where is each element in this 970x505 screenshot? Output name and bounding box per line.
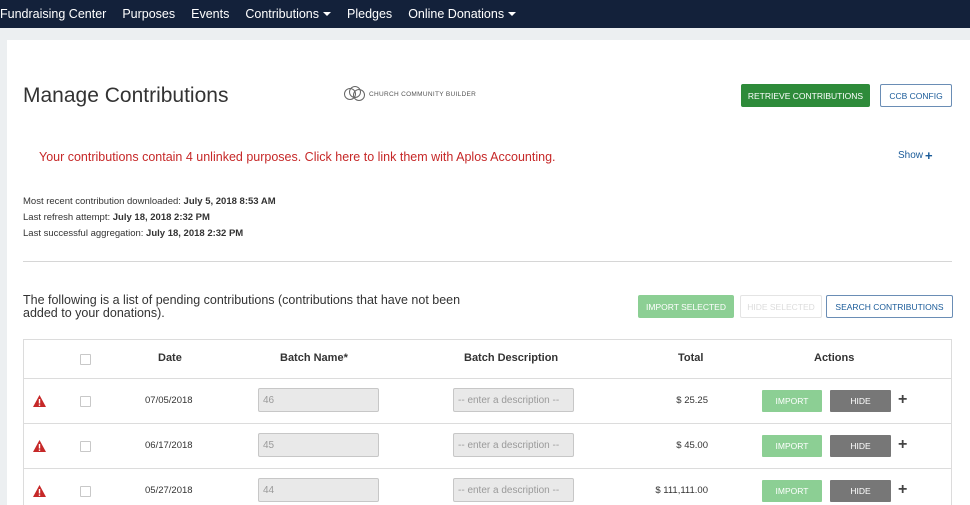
recent-download-info: Most recent contribution downloaded: Jul…	[23, 196, 276, 207]
row-checkbox[interactable]	[80, 486, 91, 497]
plus-icon: +	[925, 147, 933, 163]
info-value: July 18, 2018 2:32 PM	[146, 228, 244, 239]
aggregation-info: Last successful aggregation: July 18, 20…	[23, 228, 243, 239]
pending-list-intro: The following is a list of pending contr…	[23, 293, 461, 320]
main-card: Manage Contributions CHURCH COMMUNITY BU…	[7, 40, 970, 505]
hide-button[interactable]: HIDE	[830, 480, 891, 502]
import-selected-button[interactable]: IMPORT SELECTED	[638, 295, 734, 318]
batch-description-input[interactable]: -- enter a description --	[453, 388, 574, 412]
header-date: Date	[158, 352, 182, 364]
logo-text: CHURCH COMMUNITY BUILDER	[369, 90, 477, 98]
nav-label: Fundraising Center	[0, 7, 107, 21]
nav-contributions[interactable]: Contributions	[245, 7, 331, 21]
import-button[interactable]: IMPORT	[762, 480, 822, 502]
row-total: $ 111,111.00	[655, 485, 708, 496]
row-date: 07/05/2018	[145, 395, 193, 406]
warning-icon	[33, 395, 46, 407]
unlinked-purposes-alert[interactable]: Your contributions contain 4 unlinked pu…	[39, 150, 556, 164]
warning-icon	[33, 440, 46, 452]
batch-description-input[interactable]: -- enter a description --	[453, 433, 574, 457]
show-label: Show	[898, 150, 924, 161]
nav-pledges[interactable]: Pledges	[347, 7, 392, 21]
nav-label: Pledges	[347, 7, 393, 21]
header-batch-name: Batch Name*	[280, 352, 348, 364]
batch-name-input[interactable]: 44	[258, 478, 379, 502]
row-checkbox[interactable]	[80, 396, 91, 407]
info-label: Last refresh attempt:	[23, 212, 111, 223]
contributions-table: Date Batch Name* Batch Description Total…	[23, 339, 952, 505]
row-checkbox[interactable]	[80, 441, 91, 452]
table-row: 05/27/2018 44 -- enter a description -- …	[24, 468, 951, 505]
nav-label: Contributions	[245, 7, 319, 21]
ccb-logo: CHURCH COMMUNITY BUILDER	[344, 86, 476, 102]
section-divider	[23, 261, 952, 262]
header-total: Total	[678, 352, 704, 364]
expand-plus-icon[interactable]: +	[898, 435, 907, 455]
hide-selected-button[interactable]: HIDE SELECTED	[740, 295, 822, 318]
info-value: July 5, 2018 8:53 AM	[183, 196, 276, 207]
nav-label: Events	[191, 7, 230, 21]
show-toggle[interactable]: Show +	[898, 147, 933, 163]
nav-events[interactable]: Events	[191, 7, 229, 21]
row-date: 06/17/2018	[145, 440, 193, 451]
row-total: $ 25.25	[676, 395, 708, 406]
top-nav: Fundraising Center Purposes Events Contr…	[0, 0, 970, 28]
nav-purposes[interactable]: Purposes	[122, 7, 175, 21]
hide-button[interactable]: HIDE	[830, 435, 891, 457]
expand-plus-icon[interactable]: +	[898, 480, 907, 500]
ccb-rings-icon	[344, 86, 366, 102]
expand-plus-icon[interactable]: +	[898, 390, 907, 410]
batch-name-input[interactable]: 45	[258, 433, 379, 457]
table-row: 06/17/2018 45 -- enter a description -- …	[24, 423, 951, 468]
select-all-checkbox[interactable]	[80, 354, 91, 365]
row-total: $ 45.00	[676, 440, 708, 451]
row-date: 05/27/2018	[145, 485, 193, 496]
refresh-attempt-info: Last refresh attempt: July 18, 2018 2:32…	[23, 212, 210, 223]
info-label: Last successful aggregation:	[23, 228, 144, 239]
info-value: July 18, 2018 2:32 PM	[112, 212, 210, 223]
import-button[interactable]: IMPORT	[762, 435, 822, 457]
retrieve-contributions-button[interactable]: RETRIEVE CONTRIBUTIONS	[741, 84, 870, 107]
nav-online-donations[interactable]: Online Donations	[408, 7, 517, 21]
info-label: Most recent contribution downloaded:	[23, 196, 181, 207]
caret-down-icon	[508, 12, 517, 16]
nav-label: Purposes	[122, 7, 176, 21]
batch-description-input[interactable]: -- enter a description --	[453, 478, 574, 502]
import-button[interactable]: IMPORT	[762, 390, 822, 412]
warning-icon	[33, 485, 46, 497]
table-row: 07/05/2018 46 -- enter a description -- …	[24, 378, 951, 423]
search-contributions-button[interactable]: SEARCH CONTRIBUTIONS	[826, 295, 953, 318]
nav-fundraising-center[interactable]: Fundraising Center	[0, 7, 106, 21]
caret-down-icon	[323, 12, 331, 16]
header-actions: Actions	[814, 352, 855, 364]
ccb-config-button[interactable]: CCB CONFIG	[880, 84, 952, 107]
page-title: Manage Contributions	[23, 84, 229, 107]
nav-label: Online Donations	[408, 7, 505, 21]
header-batch-description: Batch Description	[464, 352, 559, 364]
batch-name-input[interactable]: 46	[258, 388, 379, 412]
hide-button[interactable]: HIDE	[830, 390, 891, 412]
